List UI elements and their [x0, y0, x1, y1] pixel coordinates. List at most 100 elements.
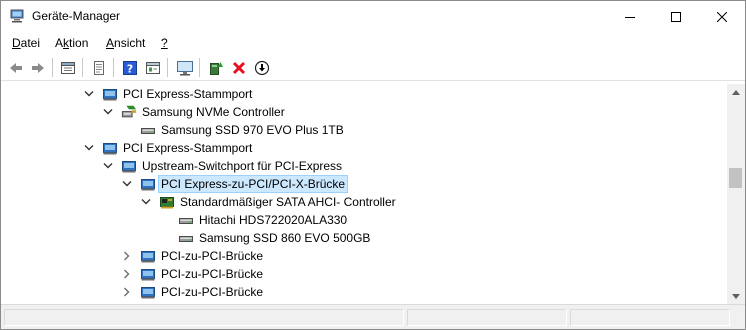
- tree-node-label[interactable]: Upstream-Switchport für PCI-Express: [140, 158, 344, 174]
- minimize-icon: [625, 16, 635, 18]
- device-manager-window: Geräte-Manager Datei Aktion Ansicht ? ? …: [0, 0, 746, 330]
- monitor-icon: [177, 61, 193, 76]
- scan-hardware-button[interactable]: [174, 57, 196, 79]
- tree-node[interactable]: Hitachi HDS722020ALA330: [160, 211, 349, 229]
- toolbar-separator: [167, 58, 168, 77]
- tree-node-label[interactable]: PCI Express-Stammport: [121, 86, 254, 102]
- menu-bar: Datei Aktion Ansicht ?: [1, 32, 745, 54]
- close-button[interactable]: [699, 1, 745, 32]
- chevron-down-icon: [732, 293, 740, 299]
- tree-node[interactable]: Samsung SSD 860 EVO 500GB: [160, 229, 372, 247]
- chevron-right-icon[interactable]: [122, 283, 132, 301]
- pci-bus-icon: [102, 86, 118, 102]
- disk-drive-icon: [178, 230, 194, 246]
- help-icon: ?: [123, 61, 137, 76]
- scrollbar-thumb[interactable]: [729, 168, 742, 188]
- pci-bus-icon: [140, 284, 156, 300]
- view-button[interactable]: [142, 57, 164, 79]
- pci-bus-icon: [102, 140, 118, 156]
- tree-node-label[interactable]: PCI-zu-PCI-Brücke: [159, 248, 265, 264]
- tree-node[interactable]: PCI Express-zu-PCI/PCI-X-Brücke: [122, 175, 349, 193]
- tree-node[interactable]: Samsung NVMe Controller: [103, 103, 287, 121]
- status-cell-2: [407, 309, 567, 326]
- properties-button[interactable]: [57, 57, 79, 79]
- tree-node[interactable]: PCI-zu-PCI-Brücke: [122, 283, 265, 301]
- toolbar-separator: [113, 58, 114, 77]
- update-driver-button[interactable]: [205, 57, 227, 79]
- tree-node[interactable]: Upstream-Switchport für PCI-Express: [103, 157, 344, 175]
- menu-datei[interactable]: Datei: [12, 36, 40, 50]
- chevron-down-icon[interactable]: [122, 175, 132, 193]
- tree-node[interactable]: Samsung SSD 970 EVO Plus 1TB: [122, 121, 346, 139]
- forward-icon: [32, 63, 44, 73]
- device-manager-app-icon: [10, 9, 24, 23]
- uninstall-button[interactable]: [228, 57, 250, 79]
- tree-node-label[interactable]: Samsung NVMe Controller: [140, 104, 287, 120]
- storage-controller-icon: [121, 104, 137, 120]
- toolbar-separator: [199, 58, 200, 77]
- menu-help[interactable]: ?: [161, 36, 168, 50]
- disk-drive-icon: [140, 122, 156, 138]
- show-hidden-button[interactable]: [88, 57, 110, 79]
- close-icon: [717, 11, 727, 22]
- tree-node[interactable]: PCI Express-Stammport: [84, 139, 254, 157]
- chevron-right-icon[interactable]: [122, 247, 132, 265]
- update-driver-icon: [210, 62, 223, 75]
- tree-node-label[interactable]: PCI Express-Stammport: [121, 140, 254, 156]
- scroll-up-button[interactable]: [727, 84, 745, 100]
- tree-node[interactable]: PCI-zu-PCI-Brücke: [122, 265, 265, 283]
- tree-node[interactable]: Standardmäßiger SATA AHCI- Controller: [141, 193, 398, 211]
- scroll-down-button[interactable]: [727, 288, 745, 304]
- menu-ansicht[interactable]: Ansicht: [106, 36, 145, 50]
- tree-node[interactable]: PCI-zu-PCI-Brücke: [122, 247, 265, 265]
- status-cell-3: [570, 309, 730, 326]
- toolbar: ?: [1, 54, 745, 81]
- tree-node-label[interactable]: PCI-zu-PCI-Brücke: [159, 266, 265, 282]
- svg-text:?: ?: [127, 63, 133, 76]
- help-button[interactable]: ?: [119, 57, 141, 79]
- chevron-down-icon[interactable]: [84, 139, 94, 157]
- back-button[interactable]: [5, 57, 27, 79]
- view-icon: [146, 62, 160, 74]
- pci-bus-icon: [140, 248, 156, 264]
- disk-drive-icon: [178, 212, 194, 228]
- tree-node-label[interactable]: Standardmäßiger SATA AHCI- Controller: [178, 194, 398, 210]
- device-tree[interactable]: PCI Express-Stammport Samsung NVMe Contro…: [2, 84, 727, 304]
- tree-node-label[interactable]: Samsung SSD 970 EVO Plus 1TB: [159, 122, 346, 138]
- chevron-down-icon[interactable]: [84, 85, 94, 103]
- tree-node-label[interactable]: Hitachi HDS722020ALA330: [197, 212, 349, 228]
- maximize-button[interactable]: [653, 1, 699, 32]
- show-hidden-icon: [94, 61, 104, 75]
- menu-aktion[interactable]: Aktion: [55, 36, 88, 50]
- back-icon: [10, 63, 22, 73]
- title-bar: Geräte-Manager: [1, 1, 745, 32]
- pci-bus-icon: [140, 176, 156, 192]
- chevron-down-icon[interactable]: [103, 103, 113, 121]
- chevron-up-icon: [732, 89, 740, 95]
- chevron-down-icon[interactable]: [141, 193, 151, 211]
- toolbar-separator: [82, 58, 83, 77]
- tree-node-label[interactable]: Samsung SSD 860 EVO 500GB: [197, 230, 372, 246]
- tree-node[interactable]: PCI Express-Stammport: [84, 85, 254, 103]
- download-icon: [254, 60, 270, 76]
- forward-button[interactable]: [27, 57, 49, 79]
- tree-node-label[interactable]: PCI Express-zu-PCI/PCI-X-Brücke: [157, 175, 349, 193]
- status-cell-main: [4, 309, 404, 326]
- properties-icon: [61, 62, 75, 74]
- sata-controller-icon: [159, 194, 175, 210]
- status-bar: [1, 304, 745, 329]
- enable-device-button[interactable]: [251, 57, 273, 79]
- tree-node-label[interactable]: PCI-zu-PCI-Brücke: [159, 284, 265, 300]
- uninstall-icon: [232, 61, 246, 75]
- minimize-button[interactable]: [607, 1, 653, 32]
- maximize-icon: [671, 11, 681, 22]
- chevron-down-icon[interactable]: [103, 157, 113, 175]
- window-title: Geräte-Manager: [32, 9, 121, 23]
- vertical-scrollbar[interactable]: [727, 84, 745, 304]
- chevron-right-icon[interactable]: [122, 265, 132, 283]
- toolbar-separator: [52, 58, 53, 77]
- pci-bus-icon: [121, 158, 137, 174]
